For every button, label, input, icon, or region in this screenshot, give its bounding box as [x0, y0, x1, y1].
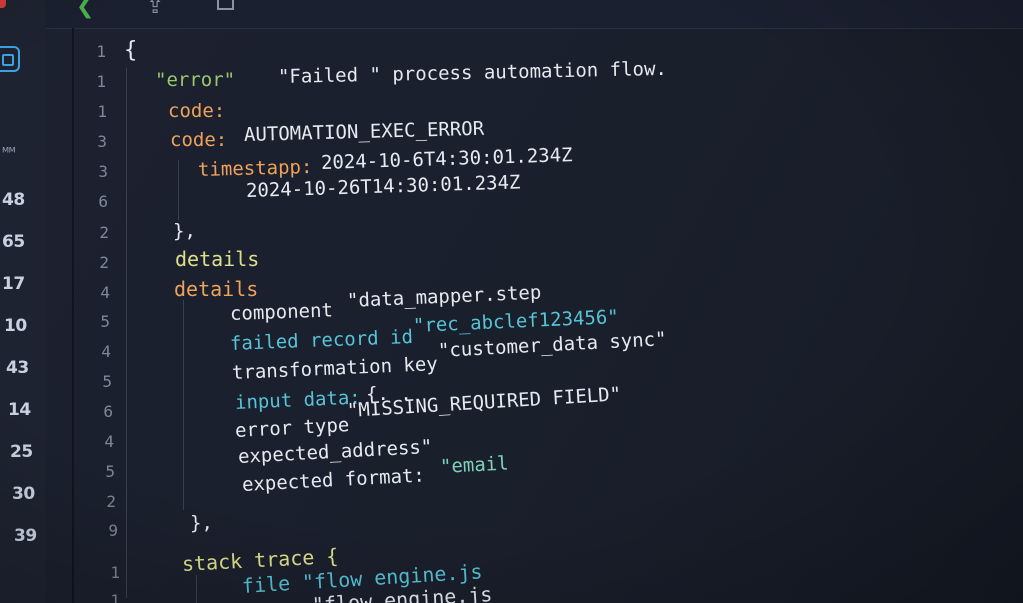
- code-key-details: details: [175, 247, 260, 271]
- code-brace: },: [173, 220, 196, 242]
- code-key-timestamp: timestapp:: [197, 156, 313, 181]
- code-brace: {: [124, 38, 138, 63]
- code-key-error: "error": [155, 69, 236, 91]
- code-key-input-data: input data:: [234, 386, 362, 414]
- code-key-error-type: error type: [234, 414, 350, 442]
- code-value-expected-format: "email: [439, 452, 510, 478]
- code-key-code: code:: [168, 100, 226, 122]
- code-area[interactable]: { "error" "Failed " process automation f…: [0, 0, 1023, 603]
- code-key-failed-record: failed record id: [229, 325, 414, 355]
- code-key-details: details: [174, 277, 259, 301]
- code-editor-screen: ᴹᴹ 48 65 17 10 43 14 25 30 39 ❮ ⇪ 1 1 1 …: [0, 0, 1023, 603]
- code-key-expected-address: expected_address": [237, 435, 433, 468]
- code-value-error: "Failed " process automation flow.: [277, 57, 668, 88]
- code-key-expected-format: expected format:: [241, 464, 426, 496]
- code-value-code: AUTOMATION_EXEC_ERROR: [243, 117, 485, 146]
- code-key-component: component: [229, 299, 334, 325]
- code-value-timestamp: 2024-10-6T4:30:01.234Z: [320, 144, 573, 174]
- code-brace: },: [190, 512, 213, 534]
- code-key-transformation: transformation key: [231, 353, 439, 384]
- code-key-code: code:: [170, 129, 228, 151]
- code-value-component: "data_mapper.step: [346, 281, 542, 312]
